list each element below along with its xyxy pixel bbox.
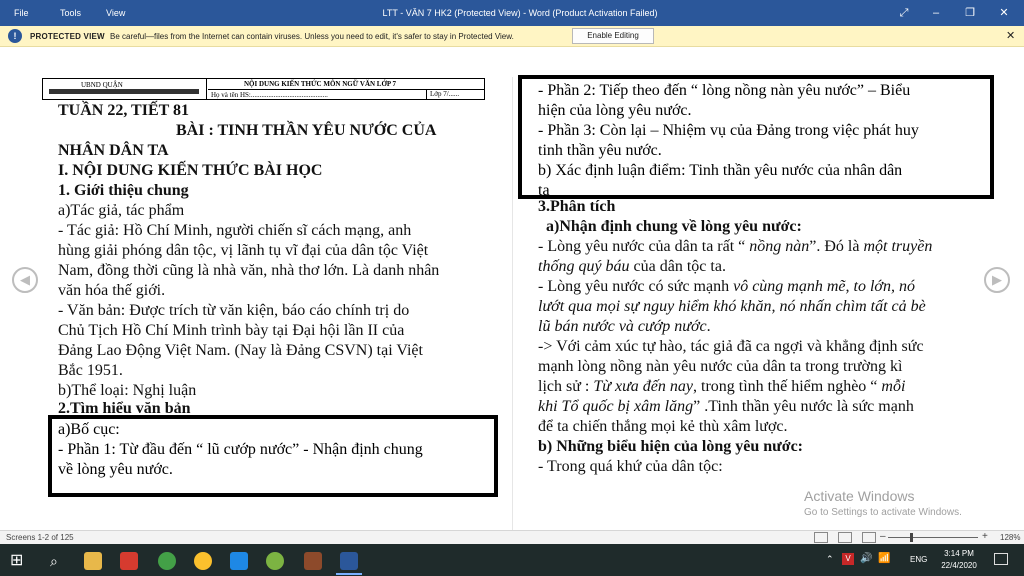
web-layout-button[interactable] xyxy=(862,532,876,543)
document-area[interactable]: ◀ ▶ UBND QUẬN NỘI DUNG KIẾN THỨC MÔN NGỮ… xyxy=(0,47,1024,530)
enable-editing-button[interactable]: Enable Editing xyxy=(572,28,654,44)
print-layout-button[interactable] xyxy=(838,532,852,543)
text-line: Bắc 1951. xyxy=(58,362,123,379)
status-bar: Screens 1-2 of 125 – + 128% xyxy=(0,530,1024,544)
text-line: a)Tác giả, tác phẩm xyxy=(58,202,185,219)
text-line: - Phần 2: Tiếp theo đến “ lòng nồng nàn … xyxy=(538,82,911,99)
text-line: Chủ Tịch Hồ Chí Minh trình bày tại Đại h… xyxy=(58,322,405,339)
text-line: Nam, đồng thời cũng là nhà văn, nhà thơ … xyxy=(58,262,440,279)
read-mode-button[interactable] xyxy=(814,532,828,543)
text-line: -> Với cảm xúc tự hào, tác giả đã ca ngợ… xyxy=(538,338,924,355)
windows-start-icon[interactable]: ⊞ xyxy=(10,552,28,570)
speaker-icon[interactable]: 🔊 xyxy=(860,553,872,564)
clock-date: 22/4/2020 xyxy=(941,561,977,570)
next-page-icon[interactable]: ▶ xyxy=(984,267,1010,293)
text-line: - Trong quá khứ của dân tộc: xyxy=(538,458,723,475)
notification-icon[interactable] xyxy=(994,553,1008,565)
text-line: để ta chiến thắng mọi kẻ thù xâm lược. xyxy=(538,418,788,435)
class-field: Lớp 7/...... xyxy=(426,90,459,99)
subsection-heading: b) Những biểu hiện của lòng yêu nước: xyxy=(538,438,803,455)
previous-page-icon[interactable]: ◀ xyxy=(12,267,38,293)
text-line: - Văn bản: Được trích từ văn kiện, báo c… xyxy=(58,302,410,319)
app-icon[interactable] xyxy=(158,552,176,570)
district-label: UBND QUẬN xyxy=(81,81,123,89)
app-icon[interactable] xyxy=(120,552,138,570)
text-line: - Lòng yêu nước của dân ta rất “ nồng nà… xyxy=(538,238,933,255)
subsection-heading: 1. Giới thiệu chung xyxy=(58,182,189,199)
protected-view-message: Be careful—files from the Internet can c… xyxy=(110,32,514,41)
text-line: về lòng yêu nước. xyxy=(58,461,173,478)
lesson-title-cont: NHÂN DÂN TA xyxy=(58,142,169,159)
activate-windows-title: Activate Windows xyxy=(804,488,915,504)
parts-box: - Phần 2: Tiếp theo đến “ lòng nồng nàn … xyxy=(518,75,994,199)
active-app-indicator xyxy=(336,573,362,575)
protected-view-bar: ! PROTECTED VIEW Be careful—files from t… xyxy=(0,26,1024,47)
text-line: - Phần 3: Còn lại – Nhiệm vụ của Đảng tr… xyxy=(538,122,919,139)
minimize-button[interactable]: – xyxy=(926,5,946,21)
page-divider xyxy=(512,77,513,530)
zalo-icon[interactable] xyxy=(230,552,248,570)
language-indicator[interactable]: ENG xyxy=(910,555,927,564)
antivirus-icon[interactable]: V xyxy=(842,553,854,565)
protected-view-label: PROTECTED VIEW xyxy=(30,32,105,41)
subsection-heading: 3.Phân tích xyxy=(538,198,616,215)
fullscreen-icon[interactable]: ⤢ xyxy=(894,5,914,21)
menu-view[interactable]: View xyxy=(106,8,125,18)
text-line: - Phần 1: Từ đầu đến “ lũ cướp nước” - N… xyxy=(58,441,423,458)
network-icon[interactable]: 📶 xyxy=(878,553,890,564)
section-heading: I. NỘI DUNG KIẾN THỨC BÀI HỌC xyxy=(58,162,323,179)
taskbar: ⊞ ⌕ ⌃ V 🔊 📶 ENG 3:14 PM 22/4/2020 xyxy=(0,544,1024,576)
text-line: lướt qua mọi sự nguy hiểm khó khăn, nó n… xyxy=(538,298,926,315)
lesson-title: BÀI : TINH THẦN YÊU NƯỚC CỦA xyxy=(176,122,437,139)
text-line: hiện của lòng yêu nước. xyxy=(538,102,692,119)
clock[interactable]: 3:14 PM 22/4/2020 xyxy=(936,548,982,572)
close-icon[interactable]: ✕ xyxy=(1006,29,1015,42)
app-icon[interactable] xyxy=(266,552,284,570)
zoom-level[interactable]: 128% xyxy=(1000,533,1020,542)
text-line: thống quý báu của dân tộc ta. xyxy=(538,258,726,275)
menu-tools[interactable]: Tools xyxy=(60,8,81,18)
text-line: b) Xác định luận điểm: Tinh thần yêu nướ… xyxy=(538,162,903,179)
activate-windows-sub: Go to Settings to activate Windows. xyxy=(804,507,962,518)
app-icon[interactable] xyxy=(304,552,322,570)
text-line: khi Tổ quốc bị xâm lăng” .Tinh thần yêu … xyxy=(538,398,914,415)
restore-button[interactable]: ❐ xyxy=(960,5,980,21)
subsection-heading: a)Nhận định chung về lòng yêu nước: xyxy=(546,218,802,235)
text-line: hùng giải phóng dân tộc, vị lãnh tụ vĩ đ… xyxy=(58,242,429,259)
page-count: Screens 1-2 of 125 xyxy=(6,533,74,542)
zoom-slider[interactable] xyxy=(888,537,978,538)
text-line: lịch sử : Từ xưa đến nay, trong tình thế… xyxy=(538,378,906,395)
header-table: UBND QUẬN NỘI DUNG KIẾN THỨC MÔN NGỮ VĂN… xyxy=(42,78,485,100)
title-bar: File Tools View LTT - VĂN 7 HK2 (Protect… xyxy=(0,0,1024,26)
zoom-out-icon[interactable]: – xyxy=(880,531,886,542)
redacted-mark xyxy=(49,89,199,94)
search-icon[interactable]: ⌕ xyxy=(50,552,68,570)
chrome-icon[interactable] xyxy=(194,552,212,570)
subject-title: NỘI DUNG KIẾN THỨC MÔN NGỮ VĂN LỚP 7 xyxy=(244,80,397,88)
text-line: a)Bố cục: xyxy=(58,421,120,438)
clock-time: 3:14 PM xyxy=(944,549,974,558)
text-line: tinh thần yêu nước. xyxy=(538,142,662,159)
menu-file[interactable]: File xyxy=(14,8,29,18)
shield-icon: ! xyxy=(8,29,22,43)
text-line: - Tác giả: Hồ Chí Minh, người chiến sĩ c… xyxy=(58,222,412,239)
text-line: lũ bán nước và cướp nước. xyxy=(538,318,711,335)
text-line: Đảng Lao Động Việt Nam. (Nay là Đảng CSV… xyxy=(58,342,423,359)
text-line: - Lòng yêu nước có sức mạnh vô cùng mạnh… xyxy=(538,278,915,295)
file-explorer-icon[interactable] xyxy=(84,552,102,570)
text-line: b)Thể loại: Nghị luận xyxy=(58,382,197,399)
zoom-slider-thumb[interactable] xyxy=(910,533,913,542)
structure-box: a)Bố cục: - Phần 1: Từ đầu đến “ lũ cướp… xyxy=(48,415,498,497)
zoom-in-icon[interactable]: + xyxy=(982,531,988,542)
text-line: mạnh lòng nồng nàn yêu nước của dân ta t… xyxy=(538,358,903,375)
week-heading: TUẦN 22, TIẾT 81 xyxy=(58,102,189,119)
text-line: văn hóa thế giới. xyxy=(58,282,166,299)
student-name-field: Họ và tên HS:...........................… xyxy=(211,91,328,99)
chevron-up-icon[interactable]: ⌃ xyxy=(826,554,834,565)
window-title: LTT - VĂN 7 HK2 (Protected View) - Word … xyxy=(382,8,658,18)
word-icon[interactable] xyxy=(340,552,358,570)
close-button[interactable]: ✕ xyxy=(994,5,1014,21)
